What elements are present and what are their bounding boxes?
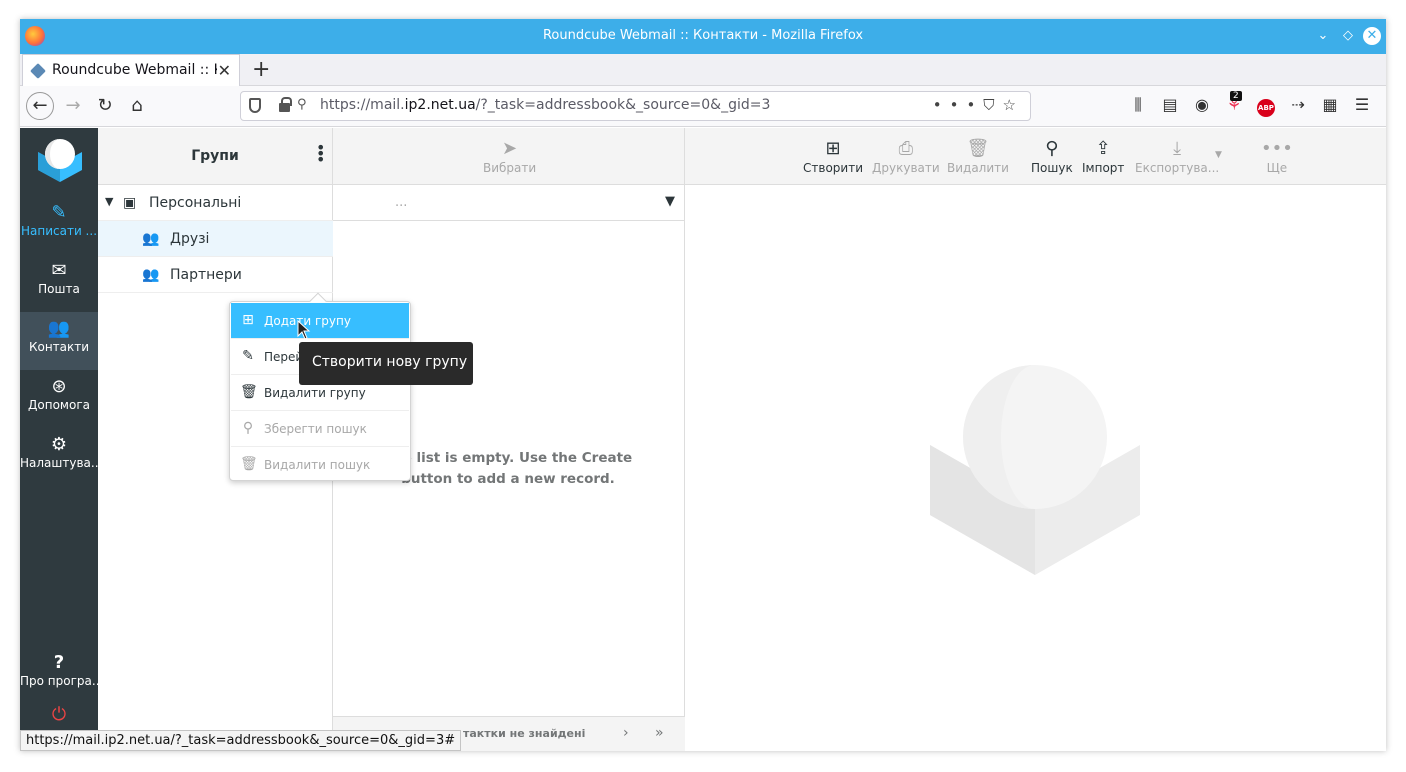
select-button[interactable]: ➤ Вибрати [483, 137, 536, 175]
lifebuoy-icon: ⊛ [51, 376, 67, 397]
back-button[interactable]: ← [26, 92, 54, 120]
export-dropdown-icon[interactable]: ▼ [1215, 150, 1222, 160]
browser-tab[interactable]: Roundcube Webmail :: К ✕ [22, 54, 240, 86]
groups-options-icon[interactable]: • • • [316, 140, 325, 168]
envelope-icon: ✉ [51, 260, 67, 281]
browser-window: Roundcube Webmail :: Контакти - Mozilla … [20, 19, 1386, 751]
nav-help[interactable]: ⊛ Допомога [20, 370, 98, 428]
new-tab-button[interactable]: + [252, 57, 270, 82]
tab-strip: Roundcube Webmail :: К ✕ + [20, 54, 1386, 86]
plus-square-icon: ⊞ [242, 312, 254, 328]
nav-contacts[interactable]: 👥 Контакти [20, 312, 98, 370]
add-group-item[interactable]: ⊞ Додати групу [231, 303, 409, 339]
account-icon[interactable]: ◉ [1186, 95, 1218, 114]
extension-badge: 2 [1230, 91, 1242, 101]
sidebar-icon[interactable]: ▤ [1154, 95, 1186, 114]
adblock-icon[interactable]: ABP [1250, 95, 1282, 117]
minimize-icon[interactable]: ⌄ [1314, 27, 1332, 45]
toolbar-icons: ⫼ ▤ ◉ ⚘ ABP ⇢ ▦ ☰ [1122, 95, 1378, 117]
permissions-icon[interactable]: ⚲ [297, 97, 307, 112]
trash-icon: 🗑 [240, 384, 258, 400]
contacts-count: тактки не знайдені [463, 727, 586, 740]
forward-button[interactable]: → [59, 92, 87, 120]
roundcube-favicon-icon [30, 63, 46, 79]
extensions-icon[interactable]: ▦ [1314, 95, 1346, 114]
trash-icon: 🗑 [240, 456, 258, 472]
pointer-icon: ➤ [502, 138, 518, 159]
quick-search[interactable]: ... ▼ [333, 185, 685, 221]
lock-icon[interactable] [279, 97, 292, 112]
create-button[interactable]: ⊞ Створити [803, 137, 863, 175]
search-button[interactable]: ⚲ Пошук [1031, 137, 1073, 175]
more-button[interactable]: ••• Ще [1261, 137, 1293, 175]
export-button[interactable]: ⤓ Експортува... [1135, 137, 1219, 175]
question-icon: ? [53, 652, 65, 673]
navigation-bar: ← → ↻ ⌂ ⚲ https://mail.ip2.net.ua/?_task… [20, 86, 1386, 127]
search-placeholder: ... [395, 195, 408, 210]
delete-button[interactable]: 🗑 Видалити [947, 137, 1009, 175]
close-window-button[interactable]: ✕ [1363, 27, 1381, 45]
nav-mail[interactable]: ✉ Пошта [20, 254, 98, 312]
main-navigation: ✎ Написати ... ✉ Пошта 👥 Контакти ⊛ Допо… [20, 128, 98, 751]
tab-label: Roundcube Webmail :: К [52, 62, 217, 78]
status-bar-url: https://mail.ip2.net.ua/?_task=addressbo… [20, 730, 462, 751]
more-dots-icon: ••• [1261, 138, 1293, 159]
next-page-icon[interactable]: › [623, 725, 629, 741]
group-options-menu: ⊞ Додати групу ✎ Перейменувати групу 🗑 В… [229, 292, 411, 483]
url-text[interactable]: https://mail.ip2.net.ua/?_task=addressbo… [320, 97, 770, 113]
home-button[interactable]: ⌂ [123, 92, 151, 120]
detail-toolbar: ⊞ Створити ⎙ Друкувати 🗑 Видалити ⚲ Пошу… [685, 128, 1386, 185]
list-header: ➤ Вибрати [333, 128, 684, 185]
users-icon: 👥 [142, 231, 160, 247]
library-icon[interactable]: ⫼ [1122, 95, 1154, 115]
maximize-icon[interactable]: ◇ [1339, 27, 1357, 45]
url-actions[interactable]: •••⛉☆ [933, 96, 1024, 114]
last-page-icon[interactable]: » [655, 725, 664, 741]
nav-settings[interactable]: ⚙ Налаштува... [20, 428, 98, 486]
search-icon: ⚲ [1045, 138, 1059, 159]
tracking-shield-icon[interactable] [249, 98, 261, 113]
chevron-down-icon[interactable]: ▼ [665, 194, 675, 209]
power-icon: ⏻ [51, 704, 67, 725]
mouse-cursor-icon [297, 320, 311, 340]
group-item-friends[interactable]: 👥 Друзі [98, 221, 333, 257]
url-bar[interactable]: ⚲ https://mail.ip2.net.ua/?_task=address… [240, 91, 1031, 121]
chevron-down-icon[interactable]: ▼ [105, 195, 113, 208]
addressbook-personal[interactable]: ▼ ▣ Персональні [98, 185, 333, 221]
share-icon[interactable]: ⇢ [1282, 95, 1314, 114]
users-icon: 👥 [142, 267, 160, 283]
compose-icon: ✎ [51, 202, 67, 223]
nav-about[interactable]: ? Про програ... [20, 646, 98, 704]
nav-compose[interactable]: ✎ Написати ... [20, 196, 98, 254]
search-icon: ⚲ [242, 420, 254, 436]
save-search-item[interactable]: ⚲ Зберегти пошук [231, 411, 409, 447]
tooltip: Створити нову групу [299, 342, 473, 385]
groups-title: Групи [191, 148, 239, 164]
menu-icon[interactable]: ☰ [1346, 95, 1378, 114]
groups-header: Групи • • • [98, 128, 332, 185]
users-icon: 👥 [47, 318, 71, 339]
pencil-icon: ✎ [242, 348, 254, 364]
window-title: Roundcube Webmail :: Контакти - Mozilla … [542, 28, 864, 43]
import-button[interactable]: ⇪ Імпорт [1082, 137, 1124, 175]
delete-search-item[interactable]: 🗑 Видалити пошук [231, 447, 409, 483]
print-button[interactable]: ⎙ Друкувати [872, 137, 940, 175]
roundcube-logo[interactable] [34, 134, 86, 182]
title-bar: Roundcube Webmail :: Контакти - Mozilla … [20, 19, 1386, 54]
upload-icon: ⇪ [1095, 138, 1111, 159]
trash-icon: 🗑 [966, 138, 990, 159]
group-item-partners[interactable]: 👥 Партнери [98, 257, 333, 293]
roundcube-app: ✎ Написати ... ✉ Пошта 👥 Контакти ⊛ Допо… [20, 128, 1386, 751]
close-tab-icon[interactable]: ✕ [218, 61, 231, 80]
plus-square-icon: ⊞ [825, 138, 841, 159]
addressbook-icon: ▣ [123, 195, 137, 211]
download-icon: ⤓ [1173, 138, 1182, 159]
printer-icon: ⎙ [898, 138, 914, 159]
reload-button[interactable]: ↻ [91, 92, 119, 120]
contact-detail-panel: ⊞ Створити ⎙ Друкувати 🗑 Видалити ⚲ Пошу… [685, 128, 1386, 751]
gear-icon: ⚙ [50, 434, 68, 455]
roundcube-watermark-icon [930, 365, 1140, 575]
